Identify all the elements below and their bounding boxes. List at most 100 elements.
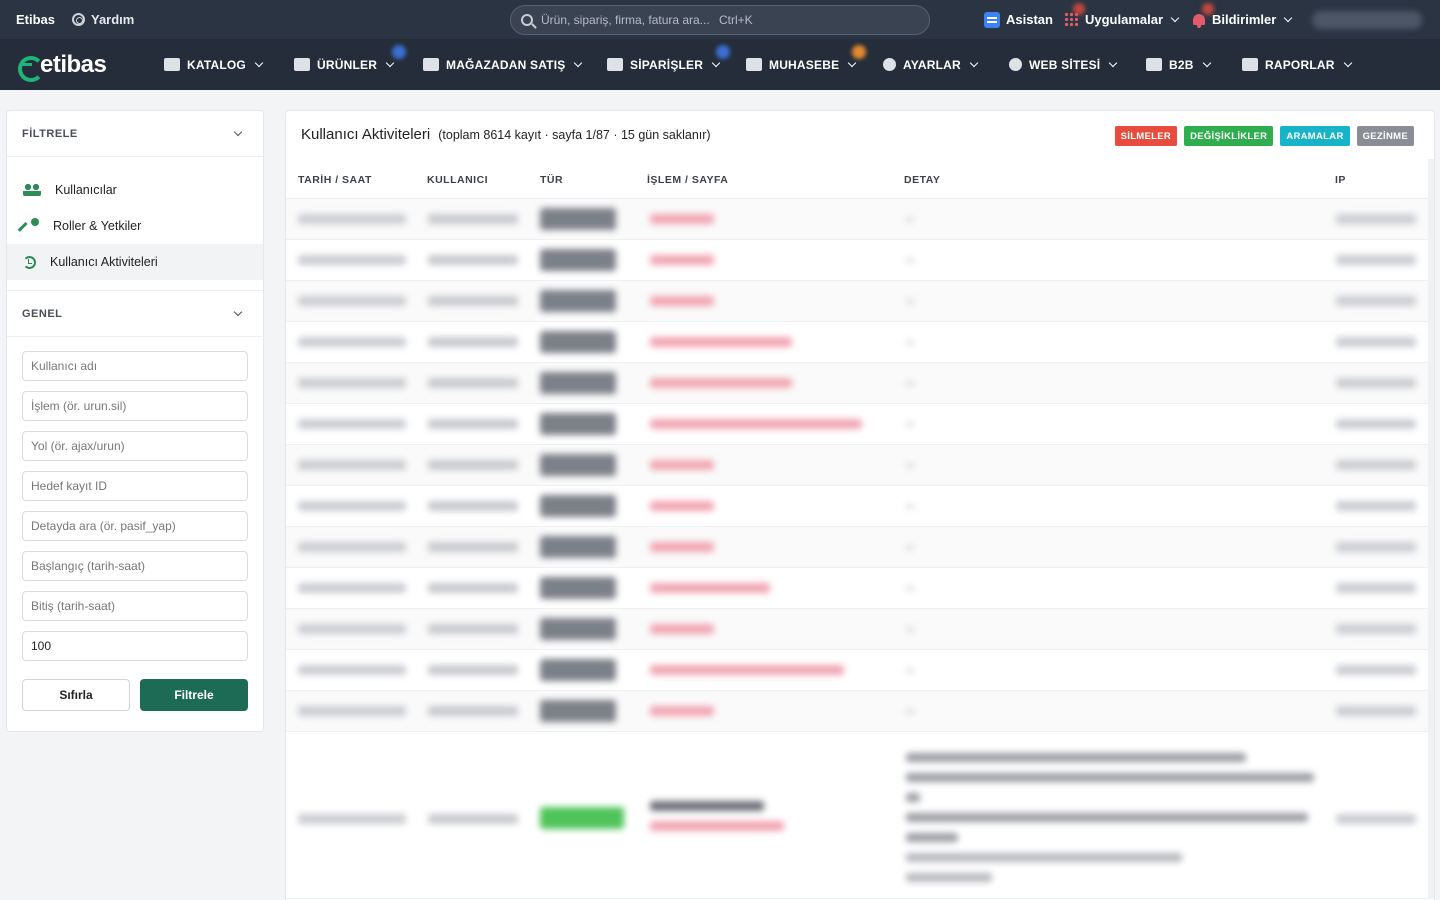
col-ip[interactable]: IP bbox=[1335, 174, 1346, 186]
table-row[interactable] bbox=[286, 527, 1434, 568]
chevron-down-icon bbox=[385, 58, 395, 67]
chevron-down-icon bbox=[254, 58, 264, 67]
nav-label: MAĞAZADAN SATIŞ bbox=[446, 57, 566, 72]
blurred-cell bbox=[428, 542, 518, 552]
nav-katalog[interactable]: KATALOG bbox=[164, 39, 264, 90]
table-row[interactable] bbox=[286, 445, 1434, 486]
blurred-cell bbox=[428, 501, 518, 511]
table-row[interactable] bbox=[286, 322, 1434, 363]
page-title: Kullanıcı Aktiviteleri bbox=[301, 126, 431, 143]
tag-icon bbox=[294, 58, 310, 71]
col-op[interactable]: İŞLEM / SAYFA bbox=[647, 174, 728, 186]
nav-label: KATALOG bbox=[187, 57, 246, 72]
muhasebe-badge bbox=[852, 45, 866, 59]
action-field[interactable] bbox=[22, 391, 248, 421]
nav-ayarlar[interactable]: AYARLAR bbox=[883, 39, 979, 90]
blurred-cell bbox=[298, 501, 406, 511]
chevron-down-icon bbox=[1109, 58, 1118, 67]
blurred-cell bbox=[298, 706, 406, 716]
table-row[interactable] bbox=[286, 404, 1434, 445]
blurred-cell bbox=[650, 214, 714, 224]
blurred-cell bbox=[906, 873, 992, 882]
sidebar-menu: Kullanıcılar Roller & Yetkiler Kullanıcı… bbox=[7, 157, 263, 291]
nav-raporlar[interactable]: RAPORLAR bbox=[1242, 39, 1352, 90]
blurred-cell bbox=[650, 801, 764, 811]
nav-web-sitesi[interactable]: WEB SİTESİ bbox=[1009, 39, 1118, 90]
history-icon bbox=[23, 255, 36, 269]
col-date[interactable]: TARİH / SAAT bbox=[298, 174, 372, 186]
blurred-cell bbox=[906, 382, 914, 385]
blurred-cell bbox=[298, 337, 406, 347]
sidebar-item-roles[interactable]: Roller & Yetkiler bbox=[7, 208, 263, 244]
target-id-field[interactable] bbox=[22, 471, 248, 501]
sidebar-item-users[interactable]: Kullanıcılar bbox=[7, 172, 263, 208]
tag-searches[interactable]: ARAMALAR bbox=[1280, 126, 1350, 146]
main-nav: etibas KATALOG ÜRÜNLER MAĞAZADAN SATIŞ S… bbox=[0, 39, 1440, 90]
table-scrollbar[interactable] bbox=[1428, 159, 1434, 899]
blurred-cell bbox=[1336, 378, 1416, 388]
blurred-cell bbox=[906, 259, 914, 262]
blurred-cell bbox=[906, 628, 914, 631]
help-link[interactable]: Yardım bbox=[72, 12, 134, 27]
start-datetime-field[interactable] bbox=[22, 551, 248, 581]
table-row[interactable] bbox=[286, 486, 1434, 527]
blurred-cell bbox=[650, 501, 714, 511]
nav-magazadan-satis[interactable]: MAĞAZADAN SATIŞ bbox=[423, 39, 583, 90]
table-row[interactable] bbox=[286, 650, 1434, 691]
table-row[interactable] bbox=[286, 240, 1434, 281]
global-search[interactable]: Ctrl+K bbox=[510, 5, 930, 35]
nav-urunler[interactable]: ÜRÜNLER bbox=[294, 39, 395, 90]
globe-icon bbox=[1009, 58, 1022, 71]
blurred-cell bbox=[1336, 419, 1416, 429]
end-datetime-field[interactable] bbox=[22, 591, 248, 621]
table-row[interactable] bbox=[286, 281, 1434, 322]
table-row[interactable] bbox=[286, 691, 1434, 732]
books-icon bbox=[164, 58, 180, 71]
table-row-expanded[interactable] bbox=[286, 739, 1434, 899]
sidebar-item-label: Roller & Yetkiler bbox=[53, 219, 142, 233]
blurred-cell bbox=[1336, 337, 1416, 347]
col-detail[interactable]: DETAY bbox=[904, 174, 940, 186]
blurred-badge bbox=[540, 495, 616, 517]
assistant-button[interactable]: Asistan bbox=[984, 0, 1053, 39]
col-type[interactable]: TÜR bbox=[540, 174, 563, 186]
table-row[interactable] bbox=[286, 609, 1434, 650]
blurred-cell bbox=[1336, 706, 1416, 716]
sidebar-item-activities[interactable]: Kullanıcı Aktiviteleri bbox=[7, 244, 263, 280]
nav-b2b[interactable]: B2B bbox=[1146, 39, 1211, 90]
sidebar-item-label: Kullanıcılar bbox=[55, 183, 117, 197]
chevron-down-icon bbox=[711, 58, 721, 67]
blurred-badge bbox=[540, 536, 616, 558]
filter-section-header[interactable]: FİLTRELE bbox=[7, 111, 263, 157]
search-icon bbox=[521, 14, 533, 26]
tag-browsing[interactable]: GEZİNME bbox=[1356, 126, 1414, 146]
search-input[interactable] bbox=[541, 13, 711, 27]
table-row[interactable] bbox=[286, 568, 1434, 609]
nav-siparisler[interactable]: SİPARİŞLER bbox=[607, 39, 721, 90]
tag-deletions[interactable]: SİLMELER bbox=[1114, 126, 1178, 146]
filter-button[interactable]: Filtrele bbox=[140, 679, 248, 711]
table-row[interactable] bbox=[286, 199, 1434, 240]
general-section-header[interactable]: GENEL bbox=[7, 291, 263, 337]
report-icon bbox=[1242, 58, 1258, 71]
blurred-cell bbox=[650, 583, 770, 593]
logo[interactable]: etibas bbox=[18, 51, 107, 82]
nav-muhasebe[interactable]: MUHASEBE bbox=[746, 39, 857, 90]
username-field[interactable] bbox=[22, 351, 248, 381]
blurred-cell bbox=[1336, 624, 1416, 634]
table-row[interactable] bbox=[286, 363, 1434, 404]
gear-icon bbox=[883, 58, 896, 71]
tag-changes[interactable]: DEĞİŞİKLİKLER bbox=[1184, 126, 1274, 146]
limit-field[interactable] bbox=[22, 631, 248, 661]
detail-search-field[interactable] bbox=[22, 511, 248, 541]
path-field[interactable] bbox=[22, 431, 248, 461]
notifications-label: Bildirimler bbox=[1212, 12, 1277, 27]
blurred-cell bbox=[906, 587, 914, 590]
reset-button[interactable]: Sıfırla bbox=[22, 679, 130, 711]
col-user[interactable]: KULLANICI bbox=[427, 174, 488, 186]
siparisler-badge bbox=[716, 45, 730, 59]
blurred-cell bbox=[906, 341, 914, 344]
blurred-cell bbox=[1336, 460, 1416, 470]
brand-name[interactable]: Etibas bbox=[16, 12, 55, 27]
user-menu[interactable] bbox=[1312, 11, 1422, 29]
